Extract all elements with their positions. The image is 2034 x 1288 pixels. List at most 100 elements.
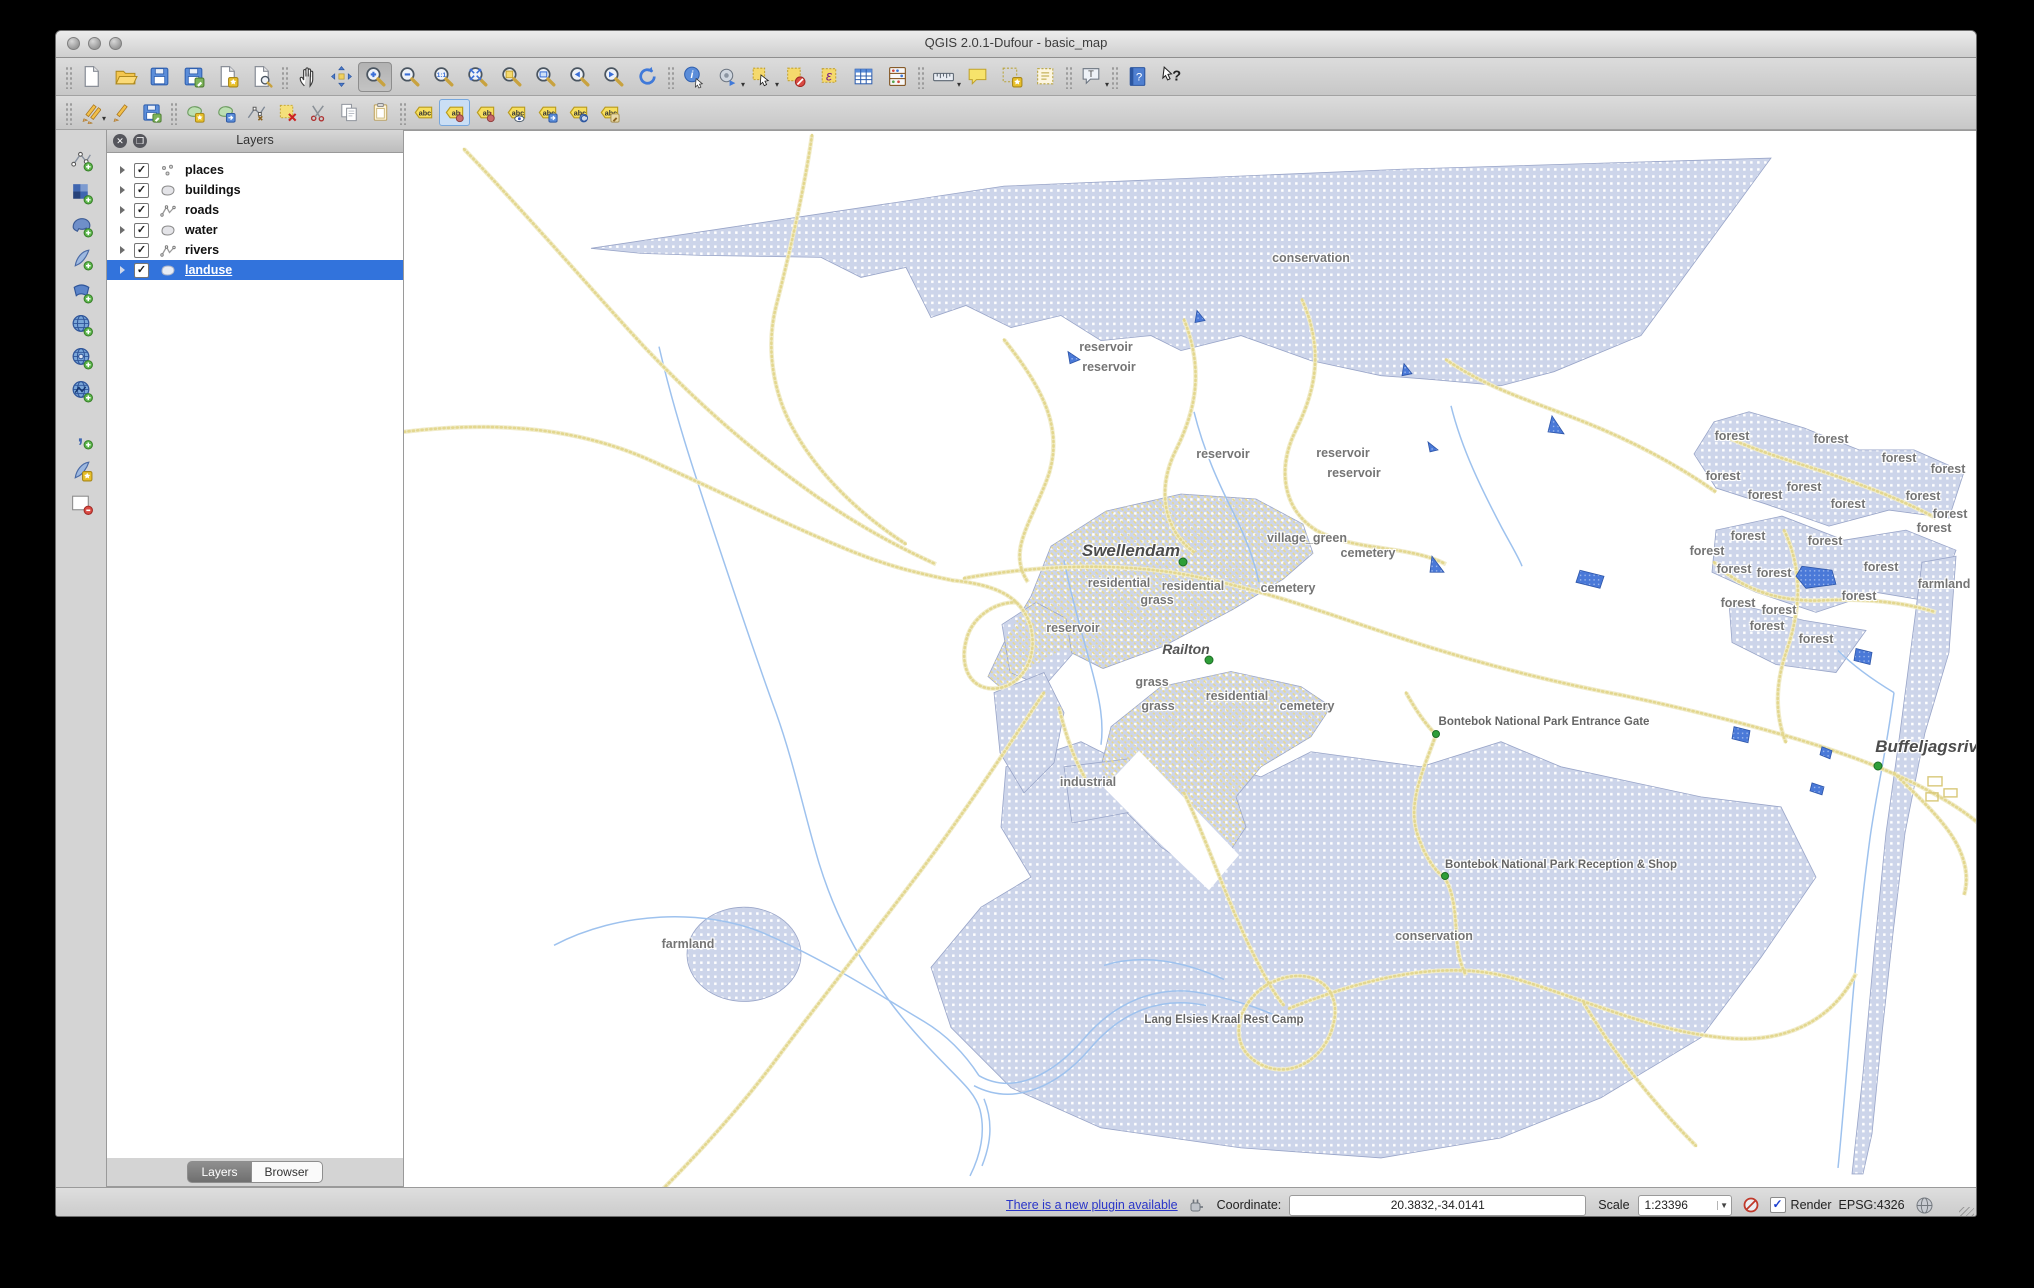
highlight-pinned-labels-icon[interactable]: ab xyxy=(470,99,501,126)
expand-arrow-icon[interactable] xyxy=(120,186,125,194)
toolbar-grip[interactable] xyxy=(1110,64,1118,89)
layer-row-buildings[interactable]: ✓ buildings xyxy=(107,180,403,200)
cut-features-icon[interactable] xyxy=(303,99,334,126)
select-features-icon[interactable]: ▾ xyxy=(744,62,779,92)
change-label-properties-icon[interactable]: abc xyxy=(594,99,625,126)
layer-checkbox[interactable]: ✓ xyxy=(134,222,149,238)
toggle-editing-icon[interactable] xyxy=(105,99,136,126)
layer-row-places[interactable]: ✓ places xyxy=(107,160,403,180)
render-checkbox[interactable]: ✓ xyxy=(1769,1197,1786,1213)
field-calculator-icon[interactable] xyxy=(880,62,914,92)
zoom-to-selection-icon[interactable] xyxy=(494,62,528,92)
toolbar-grip[interactable] xyxy=(916,64,924,89)
current-edits-icon[interactable]: ▾ xyxy=(74,99,106,126)
run-feature-action-icon[interactable]: ▾ xyxy=(710,62,745,92)
add-feature-icon[interactable] xyxy=(179,99,210,126)
identify-features-icon[interactable]: i xyxy=(676,62,710,92)
add-spatialite-layer-icon[interactable] xyxy=(64,243,98,273)
show-bookmarks-icon[interactable] xyxy=(1028,62,1062,92)
layer-checkbox[interactable]: ✓ xyxy=(134,242,149,258)
add-wms-layer-icon[interactable] xyxy=(64,309,98,339)
add-raster-layer-icon[interactable] xyxy=(64,177,98,207)
composer-manager-icon[interactable] xyxy=(244,62,278,92)
scale-combo[interactable]: 1:23396 ▼ xyxy=(1637,1194,1732,1216)
zoom-full-icon[interactable] xyxy=(460,62,494,92)
expand-arrow-icon[interactable] xyxy=(120,206,125,214)
tab-browser[interactable]: Browser xyxy=(250,1161,323,1183)
add-vector-layer-icon[interactable] xyxy=(64,144,98,174)
layer-labeling-options-icon[interactable]: abc xyxy=(408,99,439,126)
add-delimited-text-layer-icon[interactable]: , xyxy=(64,422,98,452)
add-postgis-layer-icon[interactable] xyxy=(64,210,98,240)
delete-selected-icon[interactable] xyxy=(272,99,303,126)
open-project-icon[interactable] xyxy=(108,62,142,92)
new-spatialite-layer-icon[interactable] xyxy=(64,455,98,485)
expand-arrow-icon[interactable] xyxy=(120,166,125,174)
zoom-out-icon[interactable] xyxy=(392,62,426,92)
expand-arrow-icon[interactable] xyxy=(120,226,125,234)
panel-close-icon[interactable]: ✕ xyxy=(113,134,127,148)
toolbar-grip[interactable] xyxy=(169,100,177,125)
new-bookmark-icon[interactable] xyxy=(994,62,1028,92)
deselect-features-icon[interactable] xyxy=(778,62,812,92)
toolbar-grip[interactable] xyxy=(398,100,406,125)
save-project-as-icon[interactable] xyxy=(176,62,210,92)
zoom-to-layer-icon[interactable] xyxy=(528,62,562,92)
pan-to-selection-icon[interactable] xyxy=(324,62,358,92)
map-canvas[interactable]: conservation conservation reservoir reservo… xyxy=(404,130,1976,1187)
expand-arrow-icon[interactable] xyxy=(120,266,125,274)
refresh-map-icon[interactable] xyxy=(630,62,664,92)
text-annotation-icon[interactable]: T ▾ xyxy=(1074,62,1109,92)
layer-row-rivers[interactable]: ✓ rivers xyxy=(107,240,403,260)
add-mssql-layer-icon[interactable] xyxy=(64,276,98,306)
rotate-label-icon[interactable]: abc xyxy=(563,99,594,126)
select-by-expression-icon[interactable]: ε xyxy=(812,62,846,92)
measure-line-icon[interactable]: ▾ xyxy=(926,62,961,92)
show-hide-labels-icon[interactable]: abc xyxy=(501,99,532,126)
layer-row-roads[interactable]: ✓ roads xyxy=(107,200,403,220)
layer-row-landuse[interactable]: ✓ landuse xyxy=(107,260,403,280)
plugin-available-link[interactable]: There is a new plugin available xyxy=(1006,1198,1178,1212)
zoom-next-icon[interactable] xyxy=(596,62,630,92)
save-project-icon[interactable] xyxy=(142,62,176,92)
node-tool-icon[interactable] xyxy=(241,99,272,126)
copy-features-icon[interactable] xyxy=(334,99,365,126)
new-project-icon[interactable] xyxy=(74,62,108,92)
toolbar-grip[interactable] xyxy=(1064,64,1072,89)
pin-unpin-labels-icon[interactable]: ab xyxy=(439,99,470,126)
new-print-composer-icon[interactable] xyxy=(210,62,244,92)
pan-map-icon[interactable] xyxy=(290,62,324,92)
toolbar-grip[interactable] xyxy=(64,64,72,89)
toolbar-grip[interactable] xyxy=(666,64,674,89)
move-feature-icon[interactable] xyxy=(210,99,241,126)
paste-features-icon[interactable] xyxy=(365,99,396,126)
chevron-down-icon[interactable]: ▼ xyxy=(1716,1200,1731,1210)
expand-arrow-icon[interactable] xyxy=(120,246,125,254)
layer-checkbox[interactable]: ✓ xyxy=(134,262,149,278)
help-contents-icon[interactable]: ? xyxy=(1120,62,1154,92)
resize-grip[interactable] xyxy=(1959,1207,1974,1216)
toolbar-grip[interactable] xyxy=(280,64,288,89)
layer-checkbox[interactable]: ✓ xyxy=(134,202,149,218)
zoom-in-icon[interactable] xyxy=(358,61,392,92)
map-tips-icon[interactable] xyxy=(960,62,994,92)
add-wfs-layer-icon[interactable] xyxy=(64,375,98,405)
stop-render-icon[interactable] xyxy=(1742,1196,1760,1214)
add-wcs-layer-icon[interactable] xyxy=(64,342,98,372)
save-layer-edits-icon[interactable] xyxy=(136,99,167,126)
toolbar-grip[interactable] xyxy=(64,100,72,125)
open-attribute-table-icon[interactable] xyxy=(846,62,880,92)
tab-layers[interactable]: Layers xyxy=(187,1161,251,1183)
coordinate-input[interactable]: 20.3832,-34.0141 xyxy=(1289,1194,1587,1216)
titlebar[interactable]: QGIS 2.0.1-Dufour - basic_map xyxy=(56,31,1976,58)
layer-checkbox[interactable]: ✓ xyxy=(134,182,149,198)
move-label-icon[interactable]: abc xyxy=(532,99,563,126)
crs-projector-icon[interactable] xyxy=(1915,1196,1934,1215)
panel-float-icon[interactable]: ❐ xyxy=(133,134,147,148)
layer-checkbox[interactable]: ✓ xyxy=(134,162,149,178)
layer-row-water[interactable]: ✓ water xyxy=(107,220,403,240)
whats-this-icon[interactable]: ? xyxy=(1154,62,1188,92)
zoom-last-icon[interactable] xyxy=(562,62,596,92)
plugin-icon[interactable] xyxy=(1188,1197,1205,1214)
zoom-actual-size-icon[interactable]: 1:1 xyxy=(426,62,460,92)
